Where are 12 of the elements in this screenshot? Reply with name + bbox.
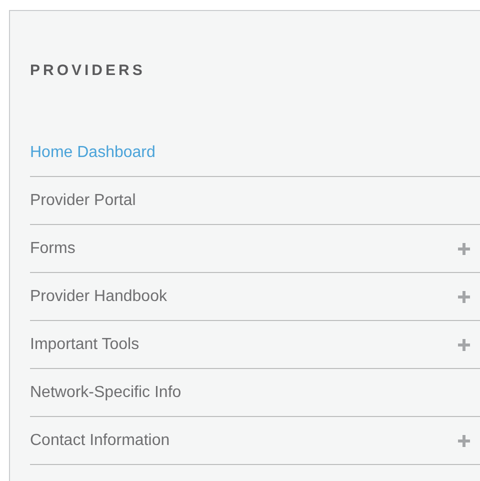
plus-icon[interactable] bbox=[458, 338, 470, 350]
panel-heading: PROVIDERS bbox=[30, 62, 146, 80]
menu-item[interactable]: Home Dashboard bbox=[30, 129, 480, 177]
menu-item[interactable]: Provider Handbook bbox=[30, 273, 480, 321]
menu-item[interactable]: Contact Information bbox=[30, 417, 480, 465]
plus-icon[interactable] bbox=[458, 290, 470, 302]
menu-item[interactable]: Network-Specific Info bbox=[30, 369, 480, 417]
plus-icon[interactable] bbox=[458, 242, 470, 254]
plus-icon[interactable] bbox=[458, 434, 470, 446]
menu-item[interactable]: Forms bbox=[30, 225, 480, 273]
menu-item[interactable]: Important Tools bbox=[30, 321, 480, 369]
menu-item[interactable]: Provider Portal bbox=[30, 177, 480, 225]
